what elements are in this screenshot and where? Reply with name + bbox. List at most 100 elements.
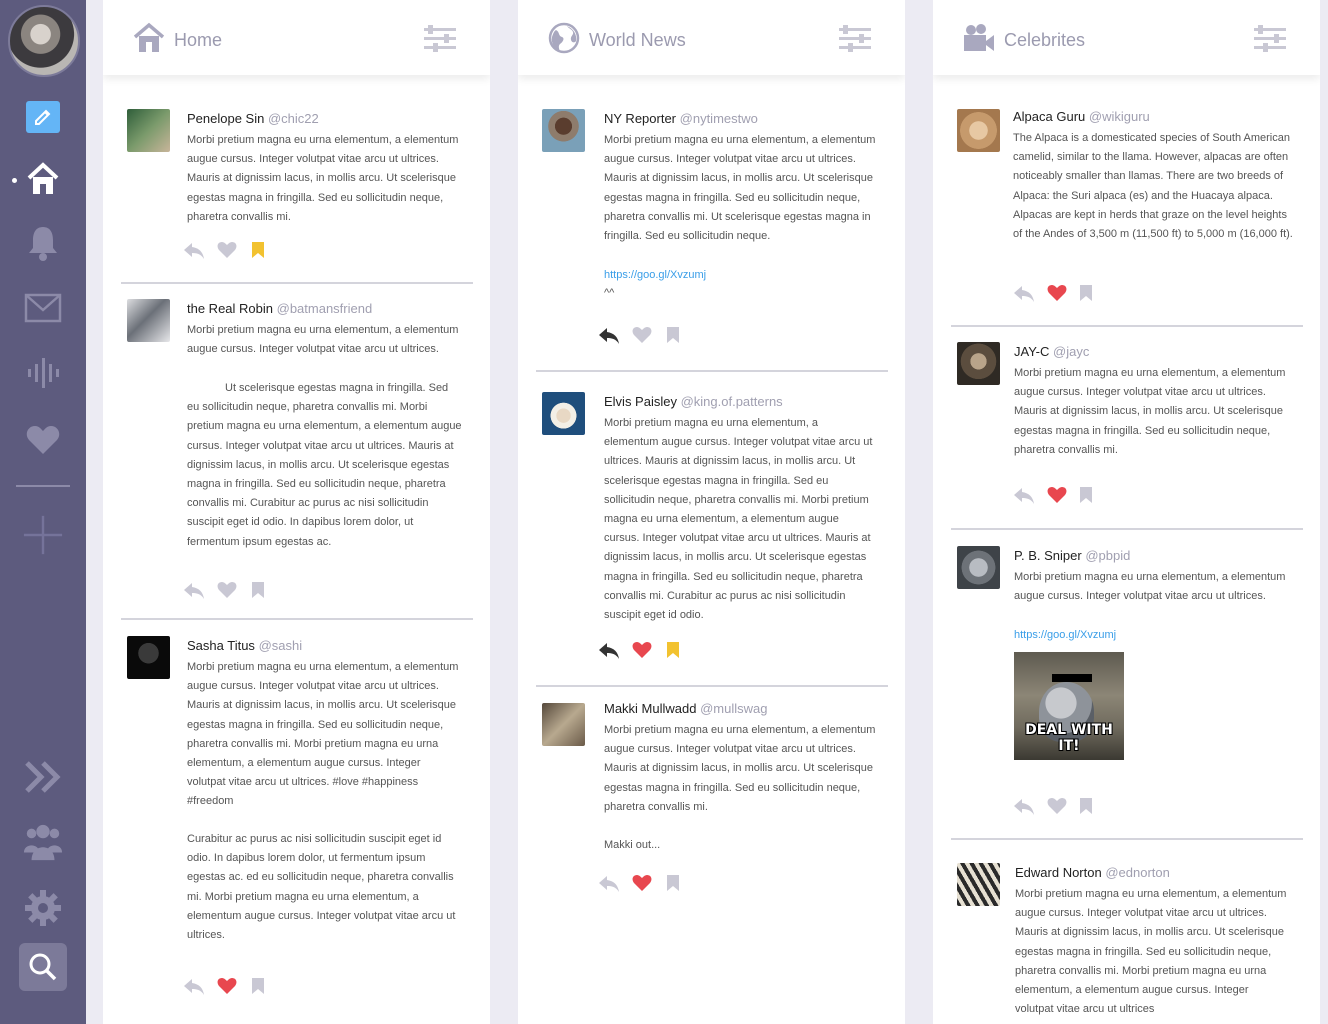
post-avatar[interactable] — [957, 546, 1000, 589]
post-divider — [951, 838, 1303, 840]
post-author[interactable]: Alpaca Guru @wikiguru — [1013, 109, 1150, 124]
bookmark-icon[interactable] — [1079, 486, 1101, 508]
nav-messages[interactable] — [22, 287, 64, 329]
post-avatar[interactable] — [542, 392, 585, 435]
double-chevron-icon — [25, 761, 61, 793]
sidebar-divider — [16, 485, 70, 487]
mail-icon — [24, 293, 62, 323]
bookmark-icon[interactable] — [1079, 284, 1101, 306]
post-text: The Alpaca is a domesticated species of … — [1013, 132, 1293, 241]
bookmark-icon[interactable] — [666, 874, 688, 896]
reply-icon[interactable] — [1013, 797, 1035, 819]
post-image[interactable]: DEAL WITH IT! — [1014, 652, 1124, 760]
post-author[interactable]: Penelope Sin @chic22 — [187, 111, 319, 126]
post-text: Morbi pretium magna eu urna elementum, a… — [1014, 367, 1286, 456]
bookmark-icon[interactable] — [251, 977, 273, 999]
post-avatar[interactable] — [957, 342, 1000, 385]
heart-icon[interactable] — [632, 641, 654, 663]
bookmark-icon[interactable] — [666, 641, 688, 663]
post-text: Morbi pretium magna eu urna elementum, a… — [604, 417, 873, 622]
post-link[interactable]: https://goo.gl/Xvzumj — [1014, 626, 1289, 645]
post-avatar[interactable] — [957, 109, 1000, 152]
heart-icon[interactable] — [217, 581, 239, 603]
audio-icon — [28, 358, 59, 388]
heart-icon[interactable] — [632, 326, 654, 348]
bookmark-icon[interactable] — [666, 326, 688, 348]
column-world-news: World News NY Reporter @nytimestwo Morbi… — [518, 0, 905, 1024]
nav-favorites[interactable] — [22, 419, 64, 461]
add-column-button[interactable] — [22, 514, 64, 556]
post-author[interactable]: the Real Robin @batmansfriend — [187, 301, 372, 316]
post-avatar[interactable] — [127, 109, 170, 152]
filter-icon[interactable] — [1254, 25, 1286, 53]
post-author[interactable]: NY Reporter @nytimestwo — [604, 111, 758, 126]
search-button[interactable] — [19, 943, 67, 991]
post-author[interactable]: Makki Mullwadd @mullswag — [604, 701, 768, 716]
heart-icon — [26, 426, 60, 454]
heart-icon[interactable] — [217, 241, 239, 263]
post-author[interactable]: Sasha Titus @sashi — [187, 638, 302, 653]
reply-icon[interactable] — [1013, 284, 1035, 306]
column-title: Celebrites — [1004, 30, 1086, 50]
expand-button[interactable] — [22, 756, 64, 798]
post-author[interactable]: JAY-C @jayc — [1014, 344, 1089, 359]
reply-icon[interactable] — [598, 641, 620, 663]
reply-icon[interactable] — [598, 326, 620, 348]
bookmark-icon[interactable] — [1079, 797, 1101, 819]
home-icon — [133, 22, 165, 52]
reply-icon[interactable] — [183, 977, 205, 999]
post-text: Morbi pretium magna eu urna elementum, a… — [604, 134, 876, 243]
post-author[interactable]: Elvis Paisley @king.of.patterns — [604, 394, 783, 409]
reply-icon[interactable] — [1013, 486, 1035, 508]
search-icon — [29, 953, 57, 981]
heart-icon[interactable] — [1047, 797, 1069, 819]
avatar[interactable] — [8, 5, 80, 77]
column-title: World News — [589, 30, 686, 50]
active-indicator — [12, 178, 17, 183]
nav-audio[interactable] — [22, 352, 64, 394]
group-icon — [23, 824, 63, 861]
heart-icon[interactable] — [632, 874, 654, 896]
heart-icon[interactable] — [1047, 284, 1069, 306]
heart-icon[interactable] — [217, 977, 239, 999]
nav-groups[interactable] — [22, 822, 64, 864]
reply-icon[interactable] — [598, 874, 620, 896]
post-author[interactable]: P. B. Sniper @pbpid — [1014, 548, 1130, 563]
bookmark-icon[interactable] — [251, 581, 273, 603]
post-text-continued: Ut scelerisque egestas magna in fringill… — [187, 382, 462, 548]
filter-icon[interactable] — [839, 25, 871, 53]
filter-icon[interactable] — [424, 25, 456, 53]
reply-icon[interactable] — [183, 241, 205, 263]
post-avatar[interactable] — [542, 109, 585, 152]
reply-icon[interactable] — [183, 581, 205, 603]
gear-icon — [25, 890, 61, 926]
post-divider — [951, 528, 1303, 530]
column-title: Home — [174, 30, 223, 50]
post-avatar[interactable] — [542, 703, 585, 746]
post-avatar[interactable] — [957, 863, 1000, 906]
meme-caption: DEAL WITH IT! — [1025, 722, 1113, 754]
post-text: Morbi pretium magna eu urna elementum, a… — [1015, 888, 1287, 1016]
compose-button[interactable] — [26, 101, 60, 133]
post-text-extra: ^^ — [604, 287, 615, 299]
plus-icon — [23, 515, 63, 555]
nav-settings[interactable] — [22, 887, 64, 929]
column-home: Home Penelope Sin @chic22 Morbi pretium … — [103, 0, 490, 1024]
post-avatar[interactable] — [127, 636, 170, 679]
heart-icon[interactable] — [1047, 486, 1069, 508]
post-text: Morbi pretium magna eu urna elementum, a… — [604, 724, 876, 813]
post-divider — [121, 282, 473, 284]
post-divider — [121, 618, 473, 620]
post-avatar[interactable] — [127, 299, 170, 342]
post-text-extra: Makki out... — [604, 839, 661, 851]
bookmark-icon[interactable] — [251, 241, 273, 263]
post-author[interactable]: Edward Norton @ednorton — [1015, 865, 1170, 880]
sunglasses-image — [1052, 674, 1092, 682]
nav-notifications[interactable] — [22, 222, 64, 264]
nav-home[interactable] — [22, 158, 64, 200]
sidebar — [0, 0, 86, 1024]
post-text: Morbi pretium magna eu urna elementum, a… — [187, 661, 459, 808]
post-link[interactable]: https://goo.gl/Xvzumj — [604, 266, 879, 285]
video-camera-icon — [964, 24, 994, 51]
post-text-continued: Curabitur ac purus ac nisi sollicitudin … — [187, 833, 456, 942]
